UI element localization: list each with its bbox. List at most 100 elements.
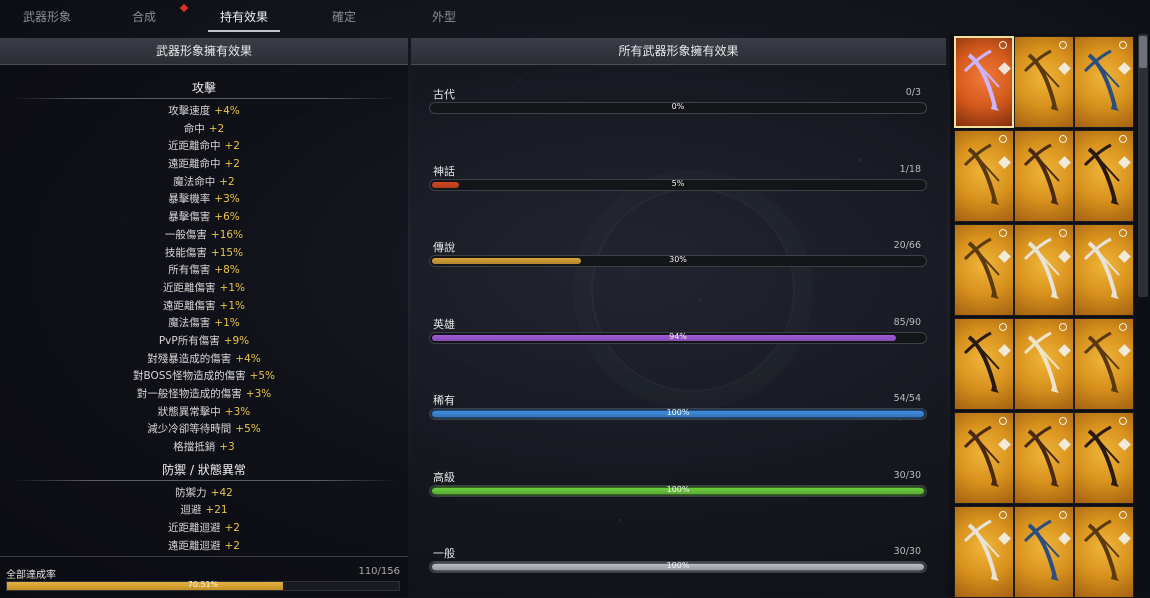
- silver-crossbow-icon: [963, 519, 1000, 581]
- rarity-progress-bar: 30%: [429, 255, 927, 267]
- owned-marker-icon: [999, 41, 1007, 49]
- silver-crossbow-icon: [1083, 237, 1120, 299]
- weapon-cell[interactable]: [1014, 412, 1074, 504]
- tab-confirm[interactable]: 確定: [294, 0, 394, 34]
- stat-name: 防禦力: [175, 486, 207, 499]
- weapon-appearance-grid: [950, 34, 1150, 598]
- stat-value: +15%: [210, 246, 244, 259]
- all-effects-panel: 所有武器形象擁有效果 古代 0/3 0% 神話 1/18 5% 傳說 20/66 30% 英雄 85…: [411, 38, 946, 597]
- owned-marker-icon: [1119, 135, 1127, 143]
- rarity-name: 一般: [433, 547, 455, 560]
- blue-crossbow-icon: [1083, 49, 1120, 111]
- weapon-cell[interactable]: [1014, 36, 1074, 128]
- section-title-attack: 攻擊: [0, 79, 408, 99]
- bone-crossbow-icon: [1023, 331, 1060, 393]
- tab-weapon-appearance[interactable]: 武器形象: [0, 0, 94, 34]
- stat-row: 命中 +2: [0, 121, 408, 139]
- rarity-percent: 30%: [669, 255, 687, 264]
- owned-marker-icon: [999, 323, 1007, 331]
- rarity-row: 神話 1/18 5%: [429, 163, 927, 203]
- grid-scrollbar[interactable]: [1138, 34, 1148, 297]
- top-tab-bar: 武器形象 合成 持有效果 確定 外型: [0, 0, 940, 34]
- stat-name: 魔法傷害: [168, 317, 211, 330]
- gold-crossbow-icon: [963, 143, 1000, 205]
- stat-value: +1%: [214, 317, 240, 330]
- stat-name: 迴避: [180, 504, 202, 517]
- stat-name: 所有傷害: [168, 264, 211, 277]
- weapon-cell[interactable]: [954, 36, 1014, 128]
- rarity-name: 古代: [433, 88, 455, 101]
- stat-name: 技能傷害: [164, 246, 207, 259]
- rarity-row: 傳說 20/66 30%: [429, 239, 927, 279]
- dark-crossbow-icon: [1083, 143, 1120, 205]
- stat-row: 格擋抵銷 +3: [0, 439, 408, 457]
- tab-appearance[interactable]: 外型: [394, 0, 494, 34]
- bronze-crossbow-icon: [1023, 425, 1060, 487]
- stat-name: 命中: [183, 122, 205, 135]
- rarity-progress-bar: 0%: [429, 102, 927, 114]
- silver-crossbow-icon: [1023, 237, 1060, 299]
- stat-name: 對BOSS怪物造成的傷害: [132, 370, 246, 383]
- bronze-crossbow-icon: [1023, 143, 1060, 205]
- overall-completion: 全部達成率 110/156 70.51%: [0, 556, 408, 597]
- owned-marker-icon: [1059, 229, 1067, 237]
- stat-value: +8%: [214, 264, 240, 277]
- weapon-cell[interactable]: [1014, 318, 1074, 410]
- stat-name: 狀態異常擊中: [157, 405, 221, 418]
- defense-stat-list: 防禦力 +42 迴避 +21 近距離迴避 +2 遠距離迴避 +2: [0, 485, 408, 556]
- tab-owned-effects[interactable]: 持有效果: [194, 0, 294, 34]
- stat-name: 魔法命中: [173, 175, 216, 188]
- stat-name: 遠距離迴避: [168, 539, 221, 552]
- weapon-cell[interactable]: [954, 130, 1014, 222]
- rarity-name: 英雄: [433, 317, 455, 331]
- stat-row: 防禦力 +42: [0, 485, 408, 503]
- panel-title: 武器形象擁有效果: [0, 38, 408, 65]
- weapon-cell[interactable]: [954, 224, 1014, 316]
- weapon-cell[interactable]: [1014, 130, 1074, 222]
- weapon-cell[interactable]: [1074, 36, 1134, 128]
- rarity-row: 一般 30/30 100%: [429, 545, 927, 585]
- stat-row: 一般傷害 +16%: [0, 227, 408, 245]
- stat-value: +3%: [224, 405, 251, 418]
- stat-value: +1%: [219, 281, 245, 294]
- stat-row: 對一般怪物造成的傷害 +3%: [0, 386, 408, 404]
- owned-marker-icon: [1119, 323, 1127, 331]
- weapon-cell[interactable]: [954, 412, 1014, 504]
- purple-crossbow-icon: [963, 49, 1000, 111]
- rarity-progress-bar: 100%: [429, 484, 927, 497]
- stat-value: +2: [224, 158, 240, 171]
- owned-marker-icon: [1119, 511, 1127, 519]
- stat-value: +6%: [214, 211, 240, 224]
- stat-value: +3: [219, 441, 235, 454]
- stat-name: 暴擊傷害: [168, 211, 211, 224]
- weapon-cell[interactable]: [954, 318, 1014, 410]
- stat-row: 迴避 +21: [0, 502, 408, 520]
- stat-name: PvP所有傷害: [158, 334, 220, 347]
- tab-synthesis[interactable]: 合成: [94, 0, 194, 34]
- weapon-cell[interactable]: [1014, 506, 1074, 598]
- rarity-name: 神話: [433, 164, 455, 178]
- weapon-cell[interactable]: [1074, 130, 1134, 222]
- stat-name: 對一般怪物造成的傷害: [136, 388, 242, 400]
- owned-marker-icon: [999, 417, 1007, 425]
- completion-percent: 70.51%: [187, 580, 219, 589]
- blue-crossbow-icon: [1023, 519, 1060, 581]
- rarity-count: 20/66: [893, 240, 921, 251]
- rarity-row: 古代 0/3 0%: [429, 86, 927, 126]
- stat-value: +2: [224, 522, 240, 535]
- grid-scroll-thumb[interactable]: [1139, 36, 1147, 68]
- stat-value: +2: [224, 140, 240, 153]
- owned-marker-icon: [1119, 417, 1127, 425]
- weapon-cell[interactable]: [1074, 506, 1134, 598]
- weapon-cell[interactable]: [1014, 224, 1074, 316]
- weapon-cell[interactable]: [1074, 224, 1134, 316]
- stat-row: 技能傷害 +15%: [0, 245, 408, 263]
- stat-name: 對殘暴造成的傷害: [147, 352, 232, 365]
- stat-row: 暴擊傷害 +6%: [0, 209, 408, 227]
- rarity-row: 稀有 54/54 100%: [429, 392, 927, 432]
- weapon-cell[interactable]: [1074, 318, 1134, 410]
- rarity-count: 30/30: [893, 469, 921, 481]
- bronze-crossbow-icon: [963, 425, 1000, 487]
- weapon-cell[interactable]: [954, 506, 1014, 598]
- weapon-cell[interactable]: [1074, 412, 1134, 504]
